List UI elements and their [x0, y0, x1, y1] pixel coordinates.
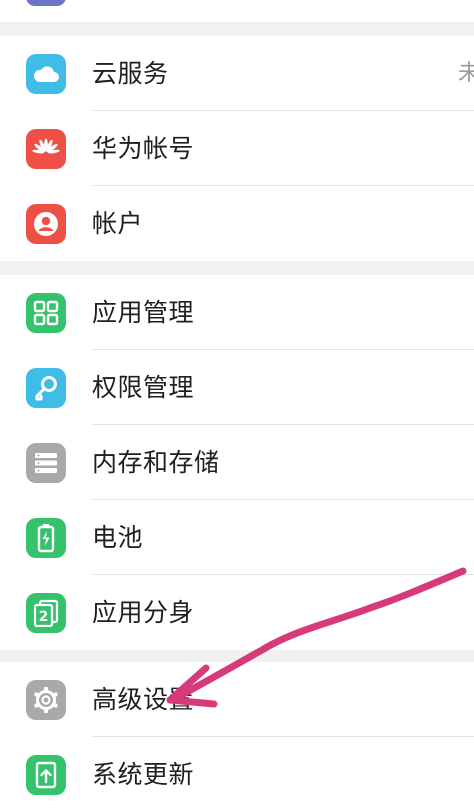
item-label: 内存和存储 — [92, 448, 220, 477]
huawei-logo-icon — [26, 129, 66, 169]
settings-item-cloud-service[interactable]: 云服务 未 — [0, 36, 474, 111]
settings-item-app-management[interactable]: 应用管理 — [0, 275, 474, 350]
gear-icon — [26, 680, 66, 720]
settings-item-memory-storage[interactable]: 内存和存储 — [0, 425, 474, 500]
settings-item-advanced[interactable]: 高级设置 — [0, 662, 474, 737]
key-icon — [26, 368, 66, 408]
partial-app-icon — [26, 0, 66, 6]
item-label: 系统更新 — [92, 760, 195, 789]
settings-item-battery[interactable]: 电池 — [0, 500, 474, 575]
item-status-value: 未 — [458, 61, 474, 86]
battery-icon — [26, 518, 66, 558]
storage-icon — [26, 443, 66, 483]
item-label: 应用分身 — [92, 598, 195, 627]
user-account-icon — [26, 204, 66, 244]
settings-item-accounts[interactable]: 帐户 — [0, 186, 474, 261]
item-label: 电池 — [92, 523, 144, 552]
settings-item-huawei-id[interactable]: 华为帐号 — [0, 111, 474, 186]
system-update-icon — [26, 755, 66, 795]
cloud-icon — [26, 54, 66, 94]
account-settings-group: 云服务 未 华为帐号 帐户 — [0, 36, 474, 261]
settings-item-permissions[interactable]: 权限管理 — [0, 350, 474, 425]
settings-item-app-twin[interactable]: 2 应用分身 — [0, 575, 474, 650]
item-label: 高级设置 — [92, 685, 195, 714]
svg-text:2: 2 — [39, 609, 49, 625]
item-label: 帐户 — [92, 209, 144, 238]
app-twin-icon: 2 — [26, 593, 66, 633]
item-label: 应用管理 — [92, 298, 195, 327]
app-grid-icon — [26, 293, 66, 333]
item-label: 权限管理 — [92, 373, 195, 402]
item-label: 云服务 — [92, 59, 169, 88]
previous-item-stub — [0, 0, 474, 22]
device-settings-group: 应用管理 权限管理 内存和存储 电池 2 应用分身 — [0, 275, 474, 650]
system-settings-group: 高级设置 系统更新 — [0, 662, 474, 812]
item-label: 华为帐号 — [92, 134, 195, 163]
settings-item-system-update[interactable]: 系统更新 — [0, 737, 474, 812]
